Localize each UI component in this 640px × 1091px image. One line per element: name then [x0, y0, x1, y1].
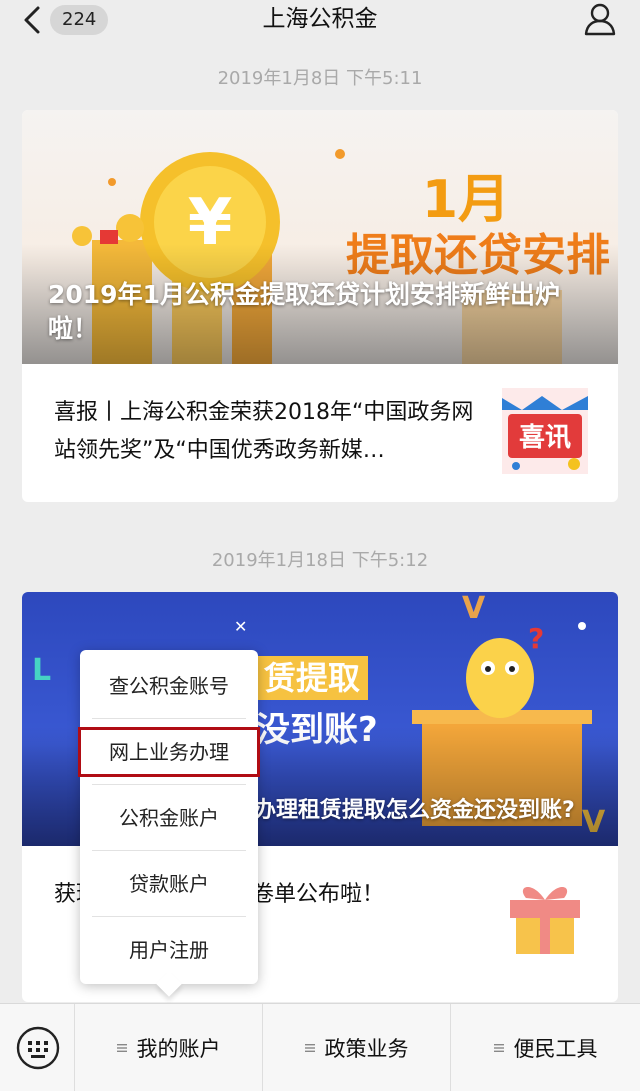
menu-item-loan-account[interactable]: 贷款账户 [80, 854, 258, 914]
svg-text:喜讯: 喜讯 [519, 423, 571, 453]
article-card: ¥ 1月 提取还贷安排 2019年1月公积金提取还贷计划安排新鲜出炉啦！ 喜报丨… [22, 110, 618, 502]
celebration-thumbnail: 喜讯 [502, 388, 588, 474]
svg-text:?: ? [528, 622, 544, 655]
menu-item-check-account-number[interactable]: 查公积金账号 [80, 656, 258, 716]
tab-policy-business[interactable]: 政策业务 [262, 1004, 450, 1091]
top-bar: 224 上海公积金 [0, 0, 640, 48]
tab-label: 我的账户 [136, 1037, 221, 1061]
message-timestamp: 2019年1月8日 下午5:11 [217, 68, 423, 89]
article-banner[interactable]: ¥ 1月 提取还贷安排 2019年1月公积金提取还贷计划安排新鲜出炉啦！ [22, 110, 618, 364]
tab-label: 便民工具 [513, 1037, 598, 1061]
bottom-menu-bar: 我的账户 政策业务 便民工具 [0, 1003, 640, 1091]
tab-my-account[interactable]: 我的账户 [74, 1004, 262, 1091]
svg-text:✕: ✕ [234, 617, 247, 636]
menu-lines-icon [116, 1044, 127, 1052]
page-title: 上海公积金 [262, 6, 378, 32]
profile-icon[interactable] [584, 2, 616, 36]
svg-text:L: L [32, 653, 51, 688]
menu-item-online-business[interactable]: 网上业务办理 [78, 727, 260, 777]
banner-title: 办理租赁提取怎么资金还没到账? [254, 798, 575, 823]
svg-text:V: V [462, 592, 486, 626]
sub-article-title: 喜报丨上海公积金荣获2018年“中国政务网站领先奖”及“中国优秀政务新媒… [54, 400, 474, 463]
menu-item-fund-account[interactable]: 公积金账户 [80, 788, 258, 848]
keyboard-icon[interactable] [16, 1026, 60, 1070]
menu-lines-icon [304, 1044, 315, 1052]
tab-label: 政策业务 [324, 1037, 409, 1061]
message-timestamp: 2019年1月18日 下午5:12 [211, 550, 429, 571]
sub-article-item[interactable]: 喜报丨上海公积金荣获2018年“中国政务网站领先奖”及“中国优秀政务新媒… 喜讯 [22, 364, 618, 502]
banner-title: 2019年1月公积金提取还贷计划安排新鲜出炉啦！ [48, 280, 560, 343]
tab-convenience-tools[interactable]: 便民工具 [450, 1004, 640, 1091]
menu-lines-icon [493, 1044, 504, 1052]
account-popup-menu: 查公积金账号 网上业务办理 公积金账户 贷款账户 用户注册 [78, 650, 260, 997]
gift-icon [510, 886, 580, 954]
